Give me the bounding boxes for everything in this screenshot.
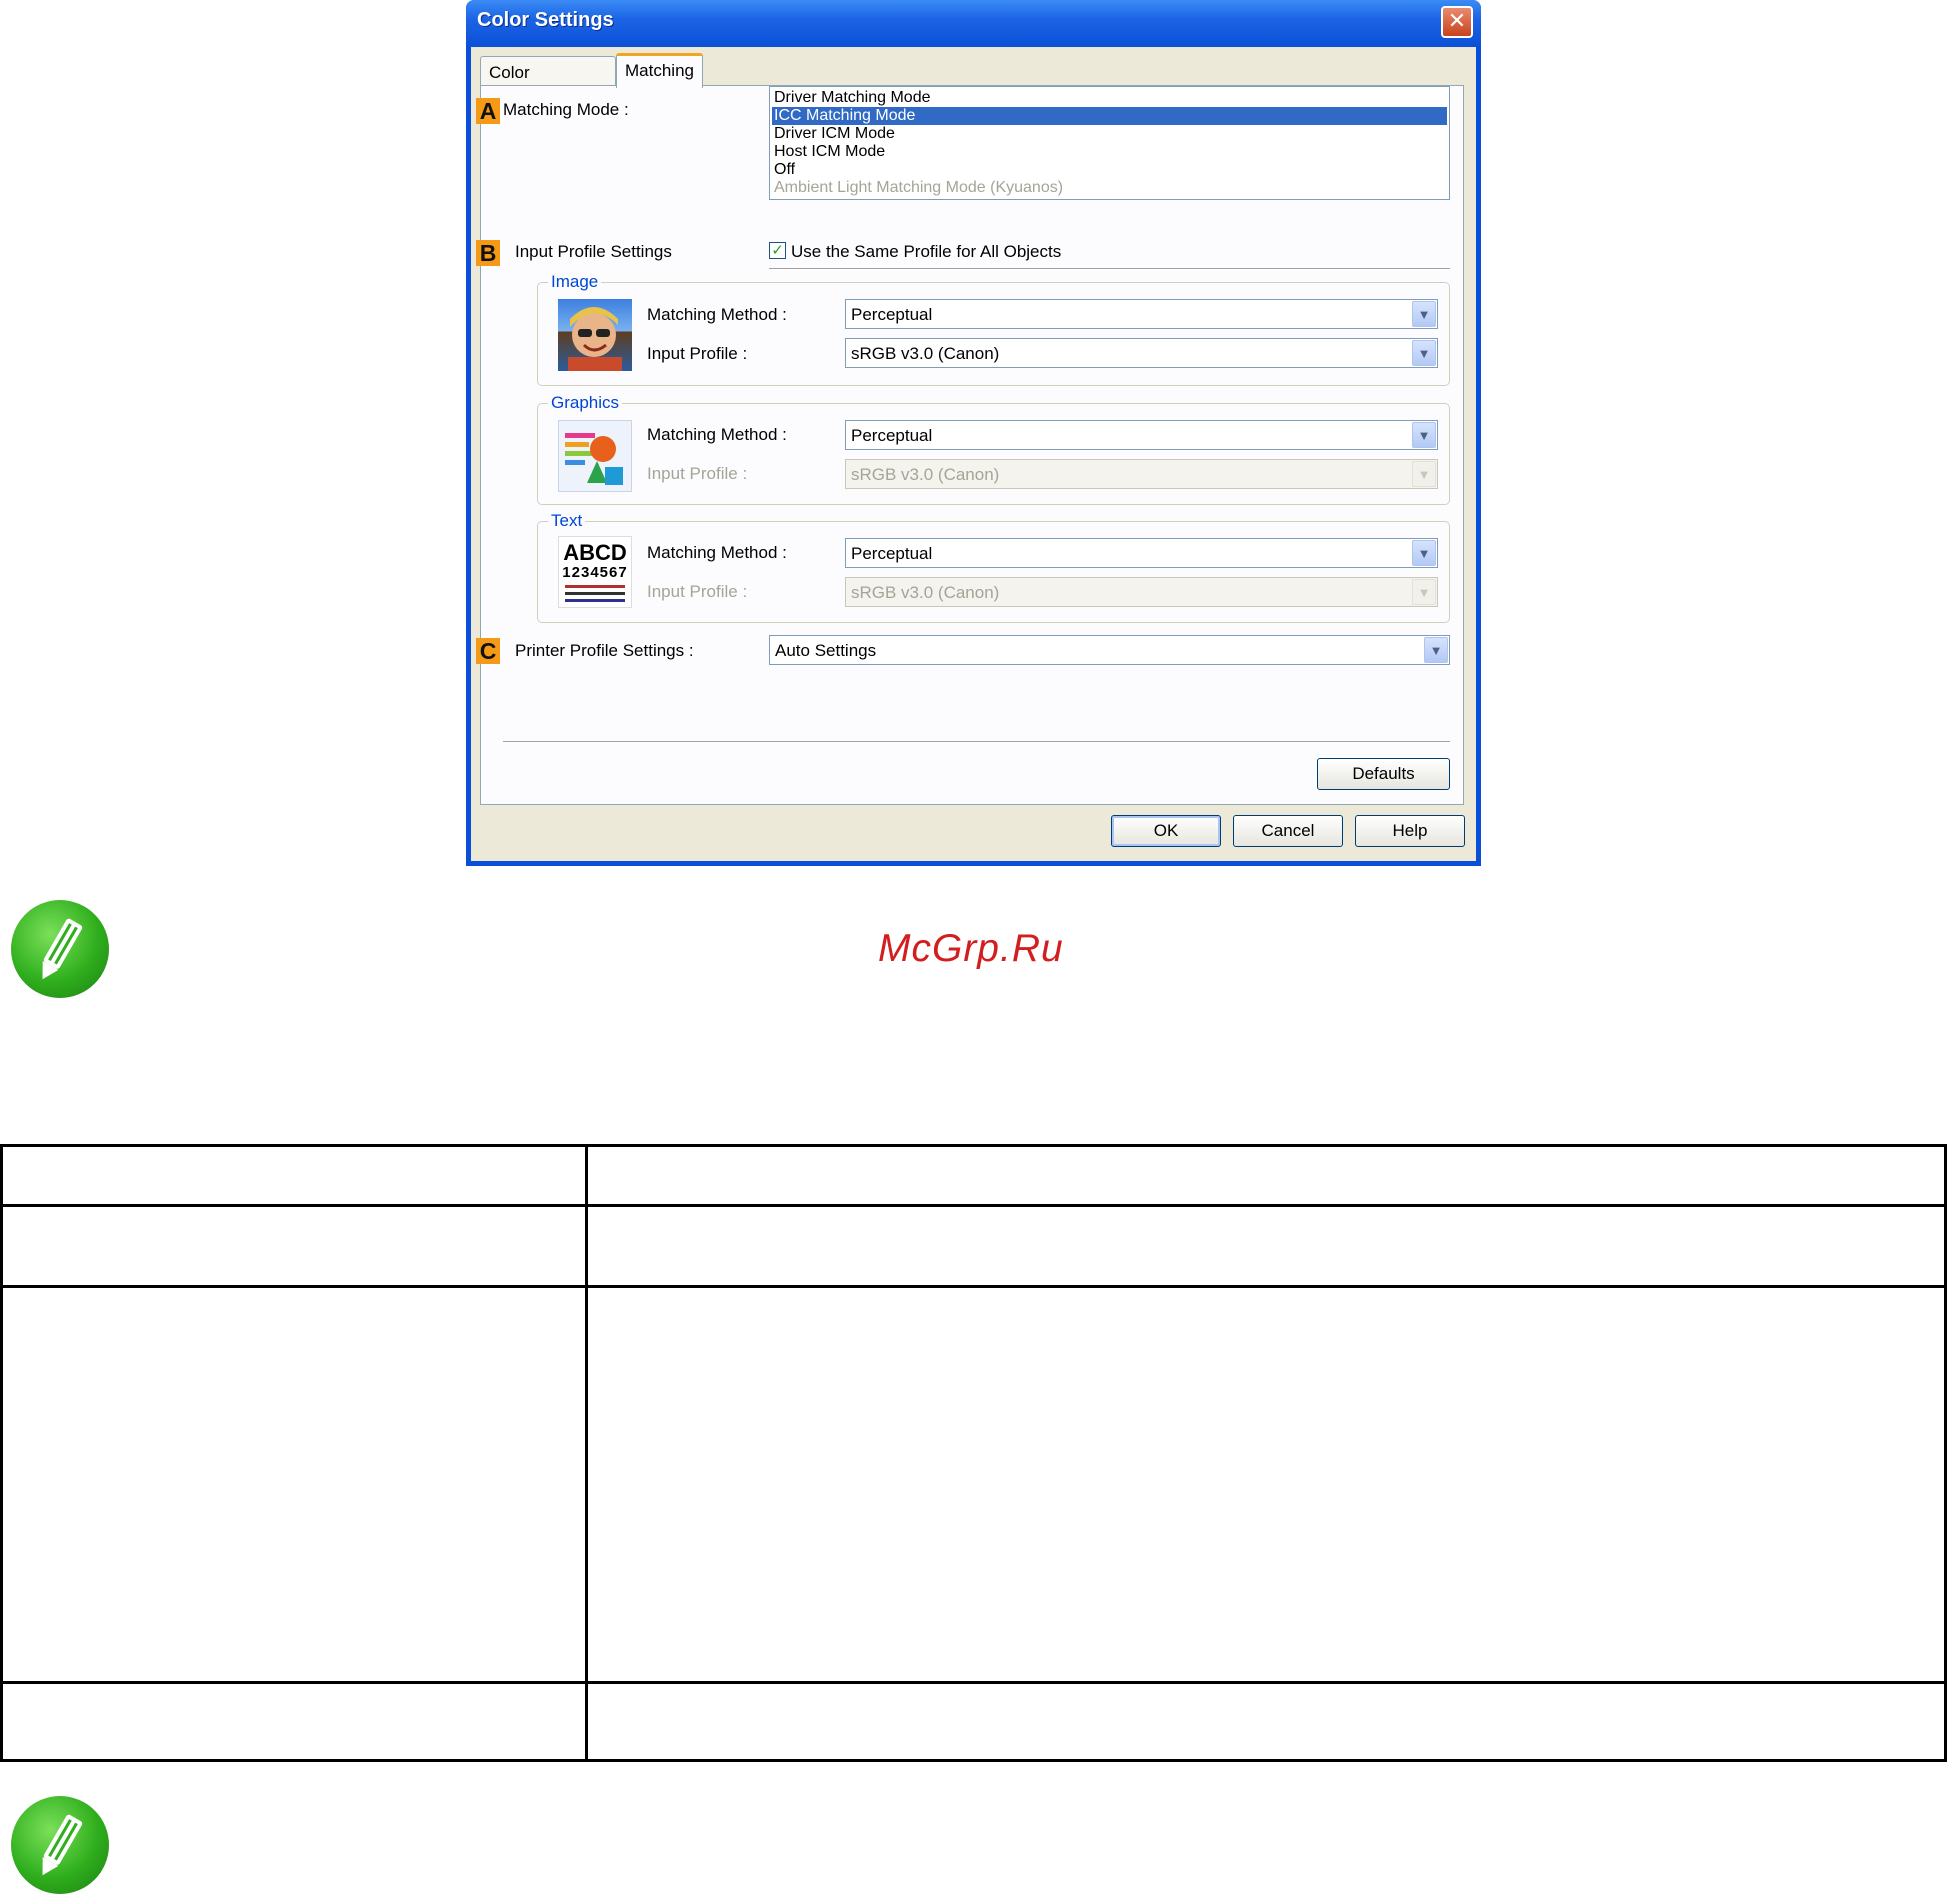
table-row-divider xyxy=(3,1204,1944,1207)
table-row-divider xyxy=(3,1681,1944,1684)
chevron-down-icon[interactable]: ▼ xyxy=(1412,422,1436,448)
select-value: sRGB v3.0 (Canon) xyxy=(851,583,1000,602)
text-thumb-letters: ABCD xyxy=(563,540,627,565)
tab-color-adjustment[interactable]: Color Adjustment xyxy=(480,56,616,102)
matching-mode-listbox[interactable]: Driver Matching Mode ICC Matching Mode D… xyxy=(769,86,1450,200)
matching-mode-option: Ambient Light Matching Mode (Kyuanos) xyxy=(774,179,1064,196)
dialog-title: Color Settings xyxy=(477,9,614,31)
image-thumbnail xyxy=(558,299,632,371)
close-button[interactable]: ✕ xyxy=(1441,6,1473,38)
graphics-group-title: Graphics xyxy=(548,393,623,413)
chevron-down-icon[interactable]: ▼ xyxy=(1412,340,1436,366)
child-photo-icon xyxy=(568,307,622,371)
select-value: Auto Settings xyxy=(775,641,877,660)
matching-mode-option[interactable]: ICC Matching Mode xyxy=(772,107,1447,125)
chevron-down-icon[interactable]: ▼ xyxy=(1412,540,1436,566)
description-table xyxy=(0,1144,1947,1762)
graphics-matching-method-label: Matching Method : xyxy=(647,425,787,444)
chevron-down-icon: ▼ xyxy=(1412,461,1436,487)
graphics-thumbnail xyxy=(558,420,632,492)
image-group-title: Image xyxy=(548,272,602,292)
separator xyxy=(769,268,1450,270)
matching-mode-option[interactable]: Driver Matching Mode xyxy=(772,89,1447,107)
input-profile-settings-label: Input Profile Settings xyxy=(515,242,672,261)
title-bar[interactable]: Color Settings ✕ xyxy=(466,0,1481,47)
separator xyxy=(503,741,1450,743)
matching-mode-option[interactable]: Off xyxy=(772,161,1447,179)
text-thumb-digits: 1234567 xyxy=(562,564,628,581)
pencil-icon xyxy=(42,918,83,980)
select-value: Perceptual xyxy=(851,426,933,445)
text-matching-method-select[interactable]: Perceptual ▼ xyxy=(845,538,1438,568)
text-input-profile-select: sRGB v3.0 (Canon) ▼ xyxy=(845,577,1438,607)
dialog-client-area: Color Adjustment Matching A Matching Mod… xyxy=(471,47,1476,861)
watermark: McGrp.Ru xyxy=(878,927,1064,970)
printer-profile-select[interactable]: Auto Settings ▼ xyxy=(769,635,1450,665)
chevron-down-icon[interactable]: ▼ xyxy=(1424,637,1448,663)
badge-c: C xyxy=(476,638,500,664)
image-group: Image Matching Method : Perceptual ▼ Inp… xyxy=(537,272,1450,386)
matching-mode-option[interactable]: Driver ICM Mode xyxy=(772,125,1447,143)
text-thumb-line xyxy=(565,585,625,588)
image-input-profile-label: Input Profile : xyxy=(647,344,748,363)
select-value: Perceptual xyxy=(851,305,933,324)
table-column-divider xyxy=(585,1147,588,1759)
chevron-down-icon: ▼ xyxy=(1412,579,1436,605)
text-matching-method-label: Matching Method : xyxy=(647,543,787,562)
tab-matching[interactable]: Matching xyxy=(616,53,703,88)
select-value: Perceptual xyxy=(851,544,933,563)
chevron-down-icon[interactable]: ▼ xyxy=(1412,301,1436,327)
text-thumbnail: ABCD 1234567 xyxy=(558,536,632,608)
badge-b: B xyxy=(476,240,500,266)
table-row-divider xyxy=(3,1285,1944,1288)
image-matching-method-select[interactable]: Perceptual ▼ xyxy=(845,299,1438,329)
same-profile-checkbox-label[interactable]: Use the Same Profile for All Objects xyxy=(791,242,1061,262)
image-matching-method-label: Matching Method : xyxy=(647,305,787,324)
ok-button[interactable]: OK xyxy=(1111,815,1221,847)
graphics-group: Graphics Matching Method : Perceptual ▼ … xyxy=(537,393,1450,505)
matching-mode-option[interactable]: Host ICM Mode xyxy=(772,143,1447,161)
note-pencil-icon xyxy=(11,900,109,998)
matching-mode-label: Matching Mode : xyxy=(503,100,629,119)
graphics-shapes-icon xyxy=(565,433,623,485)
badge-a: A xyxy=(476,98,500,124)
defaults-button[interactable]: Defaults xyxy=(1317,758,1450,790)
graphics-matching-method-select[interactable]: Perceptual ▼ xyxy=(845,420,1438,450)
text-input-profile-label: Input Profile : xyxy=(647,582,748,601)
color-settings-dialog: Color Settings ✕ Color Adjustment Matchi… xyxy=(466,0,1481,866)
printer-profile-settings-label: Printer Profile Settings : xyxy=(515,641,694,660)
text-group-title: Text xyxy=(548,511,586,531)
graphics-input-profile-label: Input Profile : xyxy=(647,464,748,483)
graphics-input-profile-select: sRGB v3.0 (Canon) ▼ xyxy=(845,459,1438,489)
cancel-button[interactable]: Cancel xyxy=(1233,815,1343,847)
close-icon: ✕ xyxy=(1447,8,1467,33)
select-value: sRGB v3.0 (Canon) xyxy=(851,344,1000,363)
text-thumb-line xyxy=(565,599,625,602)
tab-label: Matching xyxy=(625,61,694,80)
same-profile-checkbox[interactable]: ✓ xyxy=(769,242,786,259)
image-input-profile-select[interactable]: sRGB v3.0 (Canon) ▼ xyxy=(845,338,1438,368)
text-thumb-line xyxy=(565,592,625,595)
select-value: sRGB v3.0 (Canon) xyxy=(851,465,1000,484)
text-group: Text ABCD 1234567 Matching Method : Perc… xyxy=(537,511,1450,623)
pencil-icon xyxy=(42,1814,83,1876)
checkmark-icon: ✓ xyxy=(771,242,784,259)
help-button[interactable]: Help xyxy=(1355,815,1465,847)
matching-tab-panel: A Matching Mode : Driver Matching Mode I… xyxy=(476,85,1464,805)
note-pencil-icon xyxy=(11,1796,109,1894)
